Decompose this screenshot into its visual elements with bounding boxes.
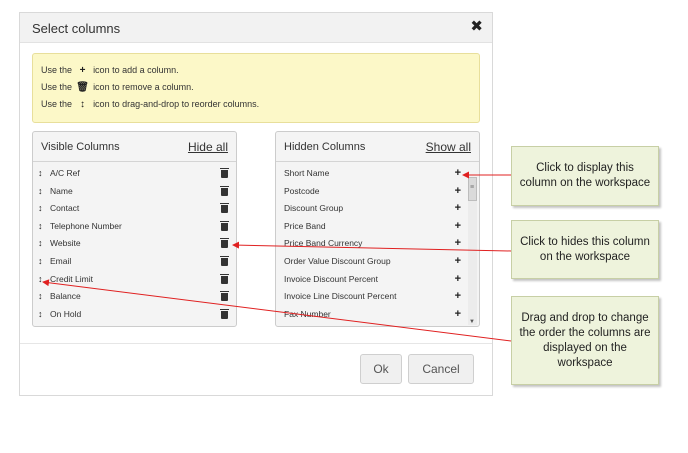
plus-icon[interactable]: + bbox=[455, 288, 461, 306]
plus-icon: + bbox=[79, 65, 86, 76]
cancel-button[interactable]: Cancel bbox=[408, 354, 474, 384]
column-label: Short Name bbox=[284, 168, 330, 178]
plus-icon[interactable]: + bbox=[455, 165, 461, 183]
drag-icon[interactable]: ↕ bbox=[38, 235, 43, 253]
plus-icon[interactable]: + bbox=[455, 306, 461, 324]
column-row: ↕ On Hold bbox=[33, 306, 236, 324]
drag-icon[interactable]: ↕ bbox=[38, 271, 43, 289]
callout-hide-column: Click to hides this column on the worksp… bbox=[511, 220, 659, 279]
plus-icon[interactable]: + bbox=[455, 200, 461, 218]
trash-icon[interactable] bbox=[220, 203, 229, 214]
drag-icon[interactable]: ↕ bbox=[38, 306, 43, 324]
trash-icon[interactable] bbox=[220, 308, 229, 319]
drag-icon[interactable]: ↕ bbox=[38, 165, 43, 183]
ok-button[interactable]: Ok bbox=[360, 354, 402, 384]
column-label: Telephone Number bbox=[50, 220, 122, 231]
column-row: ↕ A/C Ref bbox=[33, 165, 236, 183]
hidden-columns-title: Hidden Columns bbox=[284, 141, 366, 153]
hidden-columns-scrollbar[interactable]: ≡ ▼ bbox=[468, 177, 477, 325]
plus-icon[interactable]: + bbox=[455, 271, 461, 289]
info-box: Use the + icon to add a column. Use the … bbox=[32, 53, 480, 123]
column-row: Short Name + bbox=[276, 165, 479, 183]
drag-icon[interactable]: ↕ bbox=[38, 253, 43, 271]
drag-icon[interactable]: ↕ bbox=[38, 200, 43, 218]
select-columns-dialog: Select columns ✖ Use the + icon to add a… bbox=[19, 12, 493, 396]
drag-icon[interactable]: ↕ bbox=[38, 218, 43, 236]
column-label: Price Band Currency bbox=[284, 238, 363, 249]
dialog-header: Select columns ✖ bbox=[20, 13, 492, 43]
visible-columns-list: ↕ A/C Ref ↕ Name ↕ Contact ↕ Telephone Number ↕ W… bbox=[33, 165, 236, 323]
callout-drag-column: Drag and drop to change the order the co… bbox=[511, 296, 659, 385]
column-row: Order Value Discount Group + bbox=[276, 253, 479, 271]
drag-icon[interactable]: ↕ bbox=[38, 183, 43, 201]
footer-divider bbox=[20, 343, 492, 344]
dialog-title: Select columns bbox=[32, 21, 121, 36]
column-label: Price Band bbox=[284, 220, 326, 231]
hidden-columns-list: Short Name + Postcode + Discount Group + Price… bbox=[276, 165, 479, 323]
column-label: Order Value Discount Group bbox=[284, 255, 391, 266]
column-row: Fax Number + bbox=[276, 306, 479, 324]
hidden-columns-header: Hidden Columns Show all bbox=[276, 132, 479, 162]
column-label: On Hold bbox=[50, 308, 82, 319]
plus-icon[interactable]: + bbox=[455, 253, 461, 271]
trash-icon[interactable] bbox=[220, 220, 229, 231]
trash-icon: 🗑 bbox=[76, 82, 89, 93]
column-row: ↕ Website bbox=[33, 235, 236, 253]
drag-icon[interactable]: ↕ bbox=[38, 288, 43, 306]
info-line-reorder: Use the ↕ icon to drag-and-drop to reord… bbox=[41, 99, 260, 110]
column-row: ↕ Email bbox=[33, 253, 236, 271]
column-label: Invoice Line Discount Percent bbox=[284, 291, 397, 302]
column-label: Discount Group bbox=[284, 203, 344, 214]
visible-columns-panel: Visible Columns Hide all ↕ A/C Ref ↕ Name ↕ C… bbox=[32, 131, 237, 327]
info-line-add: Use the + icon to add a column. bbox=[41, 65, 179, 76]
hidden-columns-panel: Hidden Columns Show all Short Name + Postc… bbox=[275, 131, 480, 327]
info-line-remove: Use the 🗑 icon to remove a column. bbox=[41, 82, 194, 93]
column-label: Invoice Discount Percent bbox=[284, 273, 379, 284]
column-row: Price Band Currency + bbox=[276, 235, 479, 253]
grip-icon: ≡ bbox=[470, 184, 475, 191]
column-label: Postcode bbox=[284, 185, 320, 196]
close-icon[interactable]: ✖ bbox=[470, 18, 483, 36]
plus-icon[interactable]: + bbox=[455, 235, 461, 253]
column-row: ↕ Contact bbox=[33, 200, 236, 218]
scroll-thumb[interactable]: ≡ bbox=[468, 177, 477, 201]
column-row: Invoice Line Discount Percent + bbox=[276, 288, 479, 306]
drag-icon: ↕ bbox=[80, 99, 86, 110]
column-row: ↕ Credit Limit bbox=[33, 271, 236, 289]
trash-icon[interactable] bbox=[220, 168, 229, 178]
show-all-link[interactable]: Show all bbox=[426, 140, 471, 154]
visible-columns-title: Visible Columns bbox=[41, 141, 120, 153]
plus-icon[interactable]: + bbox=[455, 183, 461, 201]
column-label: Fax Number bbox=[284, 308, 331, 319]
plus-icon[interactable]: + bbox=[455, 218, 461, 236]
trash-icon[interactable] bbox=[220, 291, 229, 302]
column-label: Credit Limit bbox=[50, 273, 93, 284]
column-row: Price Band + bbox=[276, 218, 479, 236]
column-row: ↕ Balance bbox=[33, 288, 236, 306]
column-label: A/C Ref bbox=[50, 168, 80, 178]
column-label: Website bbox=[50, 238, 81, 249]
column-label: Name bbox=[50, 185, 73, 196]
column-row: ↕ Name bbox=[33, 183, 236, 201]
column-row: ↕ Telephone Number bbox=[33, 218, 236, 236]
column-row: Discount Group + bbox=[276, 200, 479, 218]
column-row: Postcode + bbox=[276, 183, 479, 201]
trash-icon[interactable] bbox=[220, 238, 229, 249]
trash-icon[interactable] bbox=[220, 273, 229, 284]
scroll-down-icon[interactable]: ▼ bbox=[469, 319, 475, 325]
trash-icon[interactable] bbox=[220, 255, 229, 266]
visible-columns-header: Visible Columns Hide all bbox=[33, 132, 236, 162]
column-label: Balance bbox=[50, 291, 81, 302]
callout-show-column: Click to display this column on the work… bbox=[511, 146, 659, 206]
column-label: Contact bbox=[50, 203, 80, 214]
column-label: Email bbox=[50, 255, 72, 266]
trash-icon[interactable] bbox=[220, 185, 229, 196]
column-row: Invoice Discount Percent + bbox=[276, 271, 479, 289]
hide-all-link[interactable]: Hide all bbox=[188, 140, 228, 154]
